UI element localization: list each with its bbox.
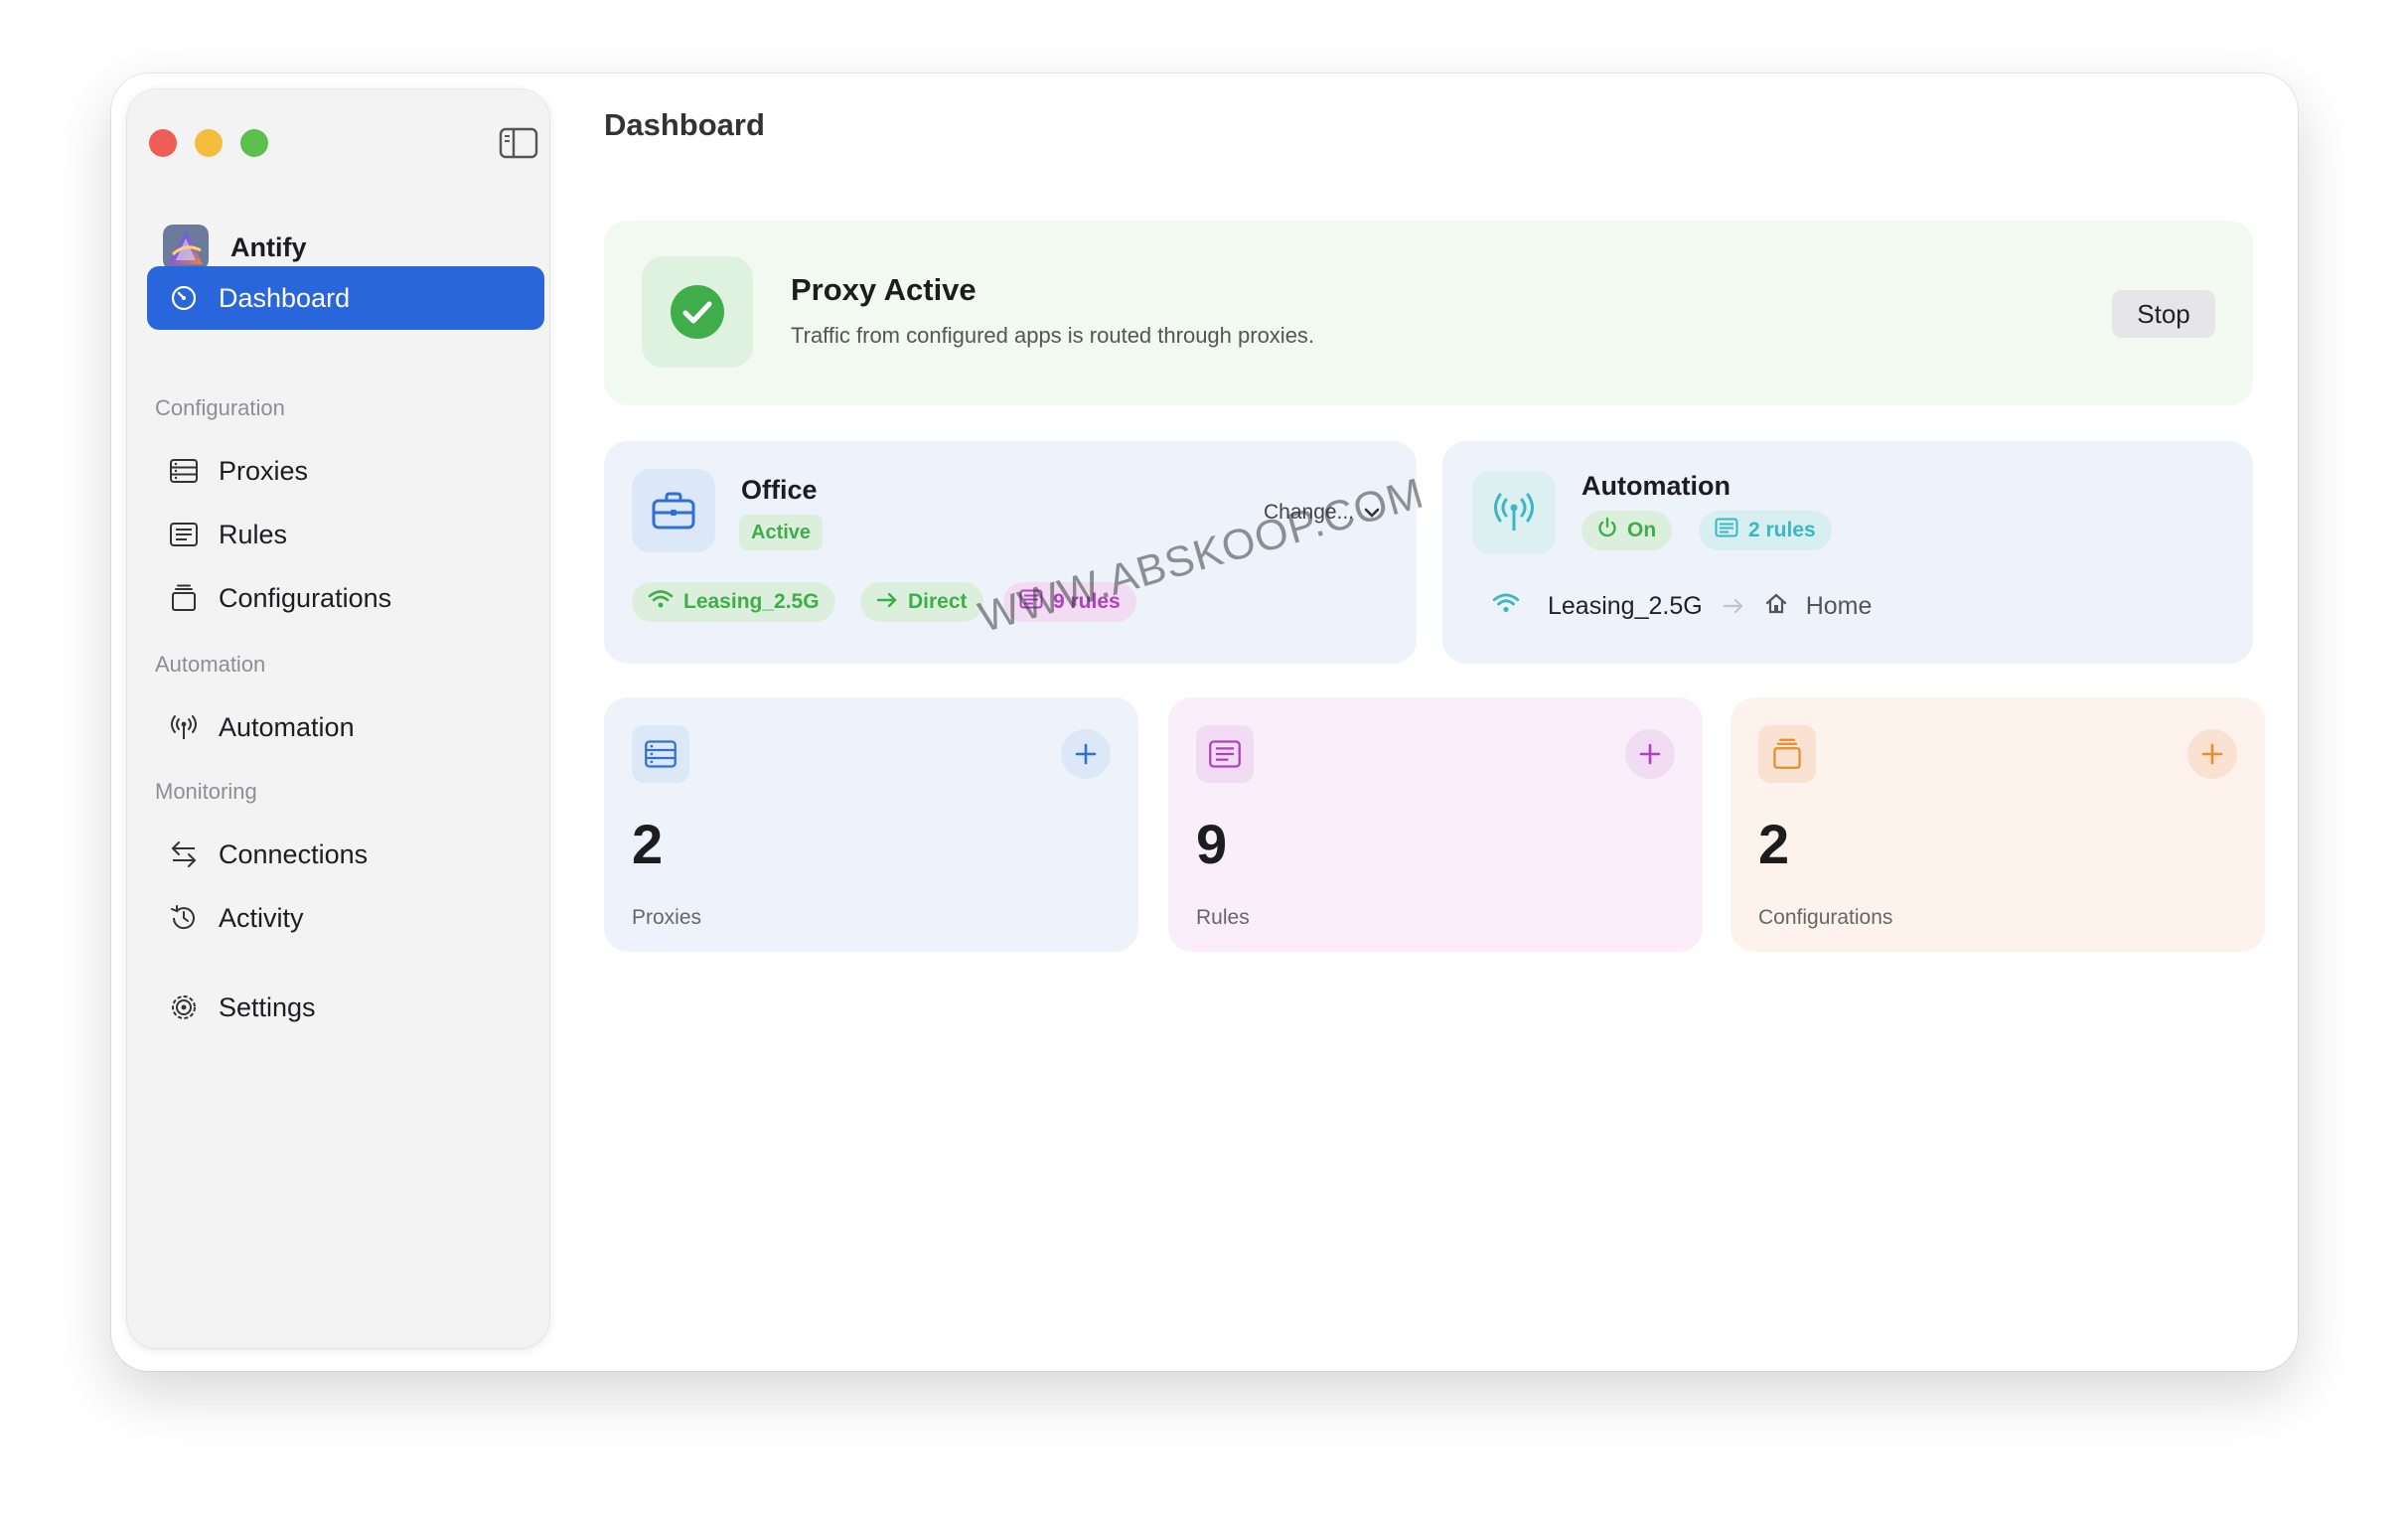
automation-title: Automation — [1581, 471, 1731, 501]
proxies-stat-card[interactable]: 2 Proxies — [604, 697, 1138, 952]
sidebar-item-label: Settings — [219, 991, 316, 1022]
chevron-down-icon — [1364, 501, 1380, 525]
sidebar-item-label: Automation — [219, 711, 355, 742]
power-icon — [1597, 517, 1627, 544]
stack-icon — [1758, 725, 1816, 783]
add-rule-button[interactable] — [1625, 729, 1675, 779]
list-icon — [1715, 518, 1748, 543]
server-stack-icon — [632, 725, 689, 783]
sidebar-item-connections[interactable]: Connections — [147, 823, 544, 886]
office-mode-label: Direct — [908, 590, 968, 613]
proxies-label: Proxies — [632, 906, 702, 929]
section-header-configuration: Configuration — [155, 395, 285, 420]
add-proxy-button[interactable] — [1061, 729, 1111, 779]
arrow-right-icon — [1723, 592, 1744, 621]
app-header: Antify — [163, 225, 307, 270]
gear-icon — [167, 990, 201, 1024]
configurations-label: Configurations — [1758, 906, 1893, 929]
home-icon — [1764, 592, 1788, 621]
office-network-pill: Leasing_2.5G — [632, 582, 835, 622]
sidebar-item-rules[interactable]: Rules — [147, 503, 544, 566]
rules-stat-card[interactable]: 9 Rules — [1168, 697, 1703, 952]
stack-icon — [167, 581, 201, 615]
office-configuration-card: Office Active Change... Leasing_2.5G Dir… — [604, 441, 1417, 664]
sidebar-item-label: Rules — [219, 519, 288, 549]
antenna-icon — [167, 710, 201, 744]
sidebar-item-settings[interactable]: Settings — [147, 976, 544, 1039]
automation-state-pill: On — [1581, 511, 1673, 550]
configurations-count: 2 — [1758, 813, 1790, 875]
list-icon — [167, 518, 201, 551]
stop-proxy-button[interactable]: Stop — [2112, 290, 2215, 338]
proxy-status-banner: Proxy Active Traffic from configured app… — [604, 221, 2253, 405]
change-label: Change... — [1264, 501, 1355, 524]
sidebar-item-activity[interactable]: Activity — [147, 886, 544, 950]
proxies-count: 2 — [632, 813, 664, 875]
sidebar-item-label: Configurations — [219, 582, 392, 613]
section-header-automation: Automation — [155, 652, 266, 677]
app-name: Antify — [230, 231, 307, 262]
sidebar-item-label: Activity — [219, 902, 304, 933]
list-icon — [1019, 589, 1053, 615]
rules-label: Rules — [1196, 906, 1250, 929]
proxy-status-title: Proxy Active — [791, 272, 977, 307]
office-title: Office — [741, 475, 818, 505]
zoom-window-button[interactable] — [240, 129, 268, 157]
page-title: Dashboard — [604, 107, 765, 142]
sidebar-toggle-icon[interactable] — [499, 127, 538, 164]
office-network-label: Leasing_2.5G — [683, 590, 820, 613]
list-icon — [1196, 725, 1254, 783]
minimize-window-button[interactable] — [195, 129, 223, 157]
proxy-status-subtitle: Traffic from configured apps is routed t… — [791, 323, 1315, 348]
arrows-swap-icon — [167, 837, 201, 871]
office-status-badge: Active — [739, 515, 824, 550]
configurations-stat-card[interactable]: 2 Configurations — [1731, 697, 2265, 952]
app-window: Antify Dashboard Configuration Proxies R… — [111, 74, 2298, 1371]
rules-count: 9 — [1196, 813, 1228, 875]
automation-card[interactable]: Automation On 2 rules Leasing_2.5G Home — [1442, 441, 2253, 664]
wifi-icon — [1492, 592, 1520, 621]
server-stack-icon — [167, 454, 201, 488]
wifi-icon — [648, 589, 683, 615]
sidebar-item-label: Connections — [219, 838, 369, 869]
automation-rules-pill: 2 rules — [1699, 511, 1832, 550]
sidebar-item-proxies[interactable]: Proxies — [147, 439, 544, 503]
automation-state-label: On — [1627, 519, 1657, 541]
section-header-monitoring: Monitoring — [155, 779, 257, 804]
automation-route-row: Leasing_2.5G Home — [1470, 578, 2225, 634]
automation-target-label: Home — [1805, 591, 1873, 620]
sidebar-item-label: Proxies — [219, 455, 309, 486]
check-circle-icon — [642, 256, 753, 368]
dashboard-gauge-icon — [167, 281, 201, 315]
automation-network-label: Leasing_2.5G — [1548, 591, 1703, 620]
sidebar-item-label: Dashboard — [219, 282, 351, 313]
arrow-right-icon — [876, 590, 908, 614]
briefcase-icon — [632, 469, 715, 552]
automation-rules-label: 2 rules — [1748, 519, 1816, 541]
close-window-button[interactable] — [149, 129, 177, 157]
antenna-icon — [1472, 471, 1556, 554]
office-rules-label: 9 rules — [1053, 590, 1121, 613]
sidebar-item-automation[interactable]: Automation — [147, 695, 544, 759]
change-configuration-dropdown[interactable]: Change... — [1264, 501, 1380, 525]
sidebar-item-dashboard[interactable]: Dashboard — [147, 266, 544, 330]
sidebar: Antify Dashboard Configuration Proxies R… — [127, 89, 549, 1348]
add-configuration-button[interactable] — [2187, 729, 2237, 779]
office-rules-pill: 9 rules — [1003, 582, 1136, 622]
history-clock-icon — [167, 901, 201, 935]
office-mode-pill: Direct — [860, 582, 983, 622]
sidebar-item-configurations[interactable]: Configurations — [147, 566, 544, 630]
app-logo-icon — [163, 225, 209, 270]
